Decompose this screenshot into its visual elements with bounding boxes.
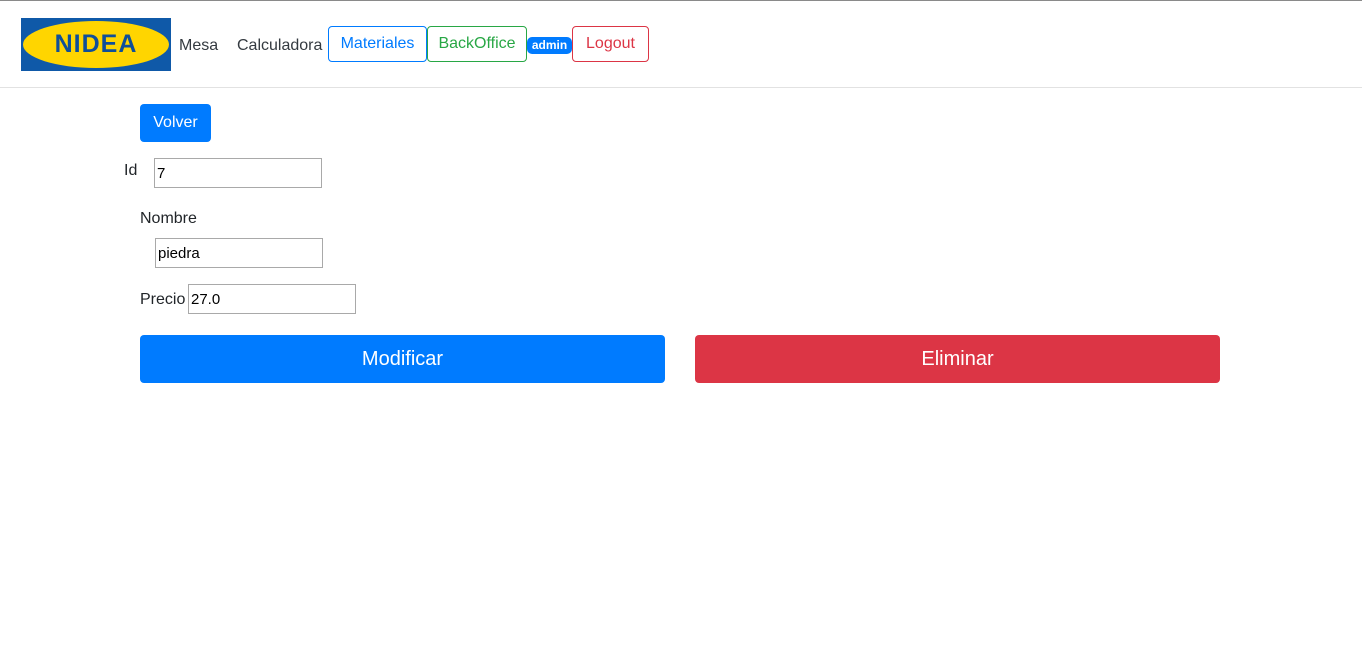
navbar: NIDEA Mesa Calculadora Materiales BackOf… [0,1,1362,88]
precio-input[interactable] [188,284,356,314]
logo-text: NIDEA [54,30,138,58]
precio-label: Precio [140,291,186,308]
nombre-input[interactable] [155,238,323,268]
nombre-label: Nombre [140,210,197,227]
id-label: Id [124,162,138,179]
eliminar-button[interactable]: Eliminar [695,335,1220,383]
modificar-button[interactable]: Modificar [140,335,665,383]
id-input[interactable] [154,158,322,188]
backoffice-button[interactable]: BackOffice [427,26,527,62]
nav-link-calculadora[interactable]: Calculadora [237,37,322,55]
user-badge: admin [527,37,572,54]
materiales-button[interactable]: Materiales [328,26,427,62]
logout-button[interactable]: Logout [572,26,649,62]
nav-link-mesa[interactable]: Mesa [179,37,218,55]
volver-button[interactable]: Volver [140,104,211,142]
brand-logo[interactable]: NIDEA [21,18,171,71]
